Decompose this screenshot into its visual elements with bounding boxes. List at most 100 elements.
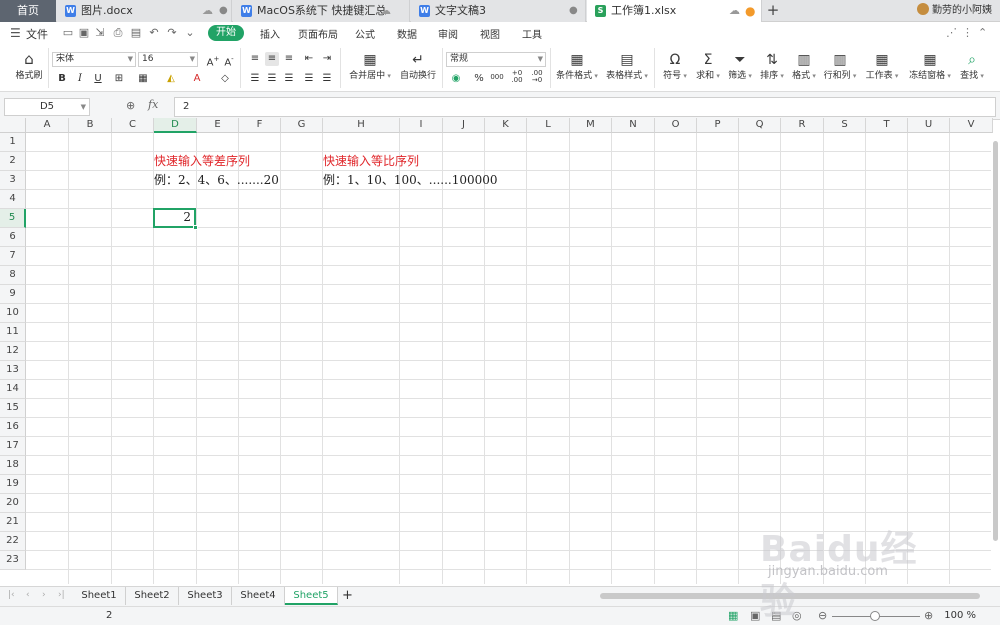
page-break-view-icon[interactable]: ▤	[771, 609, 781, 622]
sort-button[interactable]: ⇅ 排序 ▾	[758, 52, 786, 81]
align-bottom-icon[interactable]: ≡	[282, 52, 296, 66]
row-header-15[interactable]: 15	[0, 399, 26, 418]
align-middle-icon[interactable]: ≡	[265, 52, 279, 66]
share-icon[interactable]: ⋰	[946, 26, 957, 39]
format-painter-button[interactable]: ⌂ 格式刷	[14, 50, 44, 81]
column-header-B[interactable]: B	[69, 118, 112, 133]
last-sheet-icon[interactable]: ›|	[58, 590, 65, 600]
table-style-button[interactable]: ▤ 表格样式 ▾	[604, 52, 650, 81]
column-header-S[interactable]: S	[824, 118, 866, 133]
indent-decrease-icon[interactable]: ⇤	[302, 52, 316, 66]
sheet-tab-5-active[interactable]: Sheet5	[285, 587, 338, 605]
sum-button[interactable]: Σ 求和 ▾	[694, 52, 722, 81]
zoom-icon[interactable]: ⊕	[126, 99, 135, 112]
horizontal-scroll-thumb[interactable]	[600, 593, 980, 599]
increase-decimal-button[interactable]: +0 .00	[510, 70, 524, 84]
row-header-11[interactable]: 11	[0, 323, 26, 342]
format-button[interactable]: ▥ 格式 ▾	[790, 52, 818, 81]
fx-icon[interactable]: fx	[148, 98, 158, 111]
increase-font-icon[interactable]: A+	[206, 52, 220, 68]
zoom-out-icon[interactable]: ⊖	[818, 609, 827, 622]
row-header-1[interactable]: 1	[0, 133, 26, 152]
font-name-select[interactable]: 宋体 ▼	[52, 52, 136, 67]
conditional-format-button[interactable]: ▦ 条件格式 ▾	[554, 52, 600, 81]
reading-mode-icon[interactable]: ◎	[792, 609, 802, 622]
active-cell-D5[interactable]: 2	[153, 208, 198, 230]
cell-H2[interactable]: 快速输入等比序列	[323, 152, 419, 170]
thousands-separator-button[interactable]: 000	[490, 70, 504, 84]
name-box[interactable]: D5 ▼	[4, 98, 90, 116]
clear-format-icon[interactable]: ◇	[218, 72, 232, 86]
sheet-tab-3[interactable]: Sheet3	[179, 587, 232, 605]
zoom-slider-knob[interactable]	[870, 611, 880, 621]
tab-tools[interactable]: 工具	[522, 26, 542, 41]
vertical-scrollbar[interactable]	[991, 133, 1000, 584]
undo-icon[interactable]: ↶	[148, 26, 160, 39]
column-header-D[interactable]: D	[154, 118, 197, 133]
row-header-12[interactable]: 12	[0, 342, 26, 361]
tab-review[interactable]: 审阅	[438, 26, 458, 41]
decrease-decimal-button[interactable]: .00 →0	[530, 70, 544, 84]
normal-view-icon[interactable]: ▦	[728, 609, 738, 622]
column-header-I[interactable]: I	[400, 118, 443, 133]
column-header-Q[interactable]: Q	[739, 118, 781, 133]
fill-handle[interactable]	[193, 225, 198, 230]
column-header-R[interactable]: R	[781, 118, 824, 133]
fill-color-icon[interactable]: ◭	[164, 72, 178, 86]
column-header-L[interactable]: L	[527, 118, 570, 133]
row-header-14[interactable]: 14	[0, 380, 26, 399]
row-header-6[interactable]: 6	[0, 228, 26, 247]
column-header-A[interactable]: A	[26, 118, 69, 133]
column-header-H[interactable]: H	[323, 118, 400, 133]
export-icon[interactable]: ⇲	[94, 26, 106, 39]
decrease-font-icon[interactable]: A-	[222, 52, 236, 68]
formula-input[interactable]: 2	[174, 97, 996, 117]
file-menu[interactable]: 文件	[26, 26, 48, 42]
sheet-tab-4[interactable]: Sheet4	[232, 587, 285, 605]
row-header-16[interactable]: 16	[0, 418, 26, 437]
find-button[interactable]: ⌕ 查找 ▾	[958, 52, 986, 81]
row-header-18[interactable]: 18	[0, 456, 26, 475]
cell-grid[interactable]: 快速输入等差序列 例：2、4、6、.......20 快速输入等比序列 例：1、…	[26, 133, 1000, 584]
save-icon[interactable]: ▣	[78, 26, 90, 39]
select-all-corner[interactable]	[0, 118, 26, 133]
align-right-icon[interactable]: ☰	[282, 72, 296, 86]
filter-button[interactable]: ⏷ 筛选 ▾	[726, 52, 754, 81]
print-preview-icon[interactable]: ▤	[130, 26, 142, 39]
zoom-level[interactable]: 100 %	[944, 610, 976, 621]
collapse-ribbon-icon[interactable]: ⌃	[978, 26, 987, 39]
column-header-T[interactable]: T	[866, 118, 908, 133]
hamburger-menu-icon[interactable]: ☰	[10, 26, 21, 40]
row-header-5[interactable]: 5	[0, 209, 26, 228]
column-header-F[interactable]: F	[239, 118, 281, 133]
align-center-icon[interactable]: ☰	[265, 72, 279, 86]
row-header-13[interactable]: 13	[0, 361, 26, 380]
align-left-icon[interactable]: ☰	[248, 72, 262, 86]
tab-doc-macos-shortcuts[interactable]: W MacOS系统下 快捷键汇总 ☁	[233, 0, 410, 22]
column-header-J[interactable]: J	[443, 118, 485, 133]
currency-icon[interactable]: ◉	[449, 72, 463, 86]
font-size-select[interactable]: 16 ▼	[138, 52, 198, 67]
vertical-scroll-thumb[interactable]	[993, 141, 998, 541]
horizontal-scrollbar[interactable]	[592, 592, 990, 600]
cell-H3[interactable]: 例：1、10、100、......100000	[323, 171, 498, 189]
print-icon[interactable]: ⎙	[112, 26, 124, 40]
font-color-icon[interactable]: A	[190, 72, 204, 86]
align-top-icon[interactable]: ≡	[248, 52, 262, 66]
symbol-button[interactable]: Ω 符号 ▾	[660, 52, 690, 81]
user-account[interactable]: 勤劳的小阿姨	[917, 0, 992, 22]
redo-icon[interactable]: ↷	[166, 26, 178, 39]
add-sheet-button[interactable]: +	[342, 587, 353, 605]
row-header-8[interactable]: 8	[0, 266, 26, 285]
number-format-select[interactable]: 常规 ▼	[446, 52, 546, 67]
tab-formula[interactable]: 公式	[355, 26, 375, 41]
column-header-U[interactable]: U	[908, 118, 950, 133]
row-header-20[interactable]: 20	[0, 494, 26, 513]
tab-view[interactable]: 视图	[480, 26, 500, 41]
distribute-icon[interactable]: ☰	[320, 72, 334, 86]
row-header-21[interactable]: 21	[0, 513, 26, 532]
sheet-tab-2[interactable]: Sheet2	[126, 587, 179, 605]
merge-center-button[interactable]: ▦ 合并居中 ▾	[346, 52, 394, 81]
tab-doc-images[interactable]: W 图片.docx ☁ ●	[57, 0, 232, 22]
tab-page-layout[interactable]: 页面布局	[298, 26, 338, 41]
